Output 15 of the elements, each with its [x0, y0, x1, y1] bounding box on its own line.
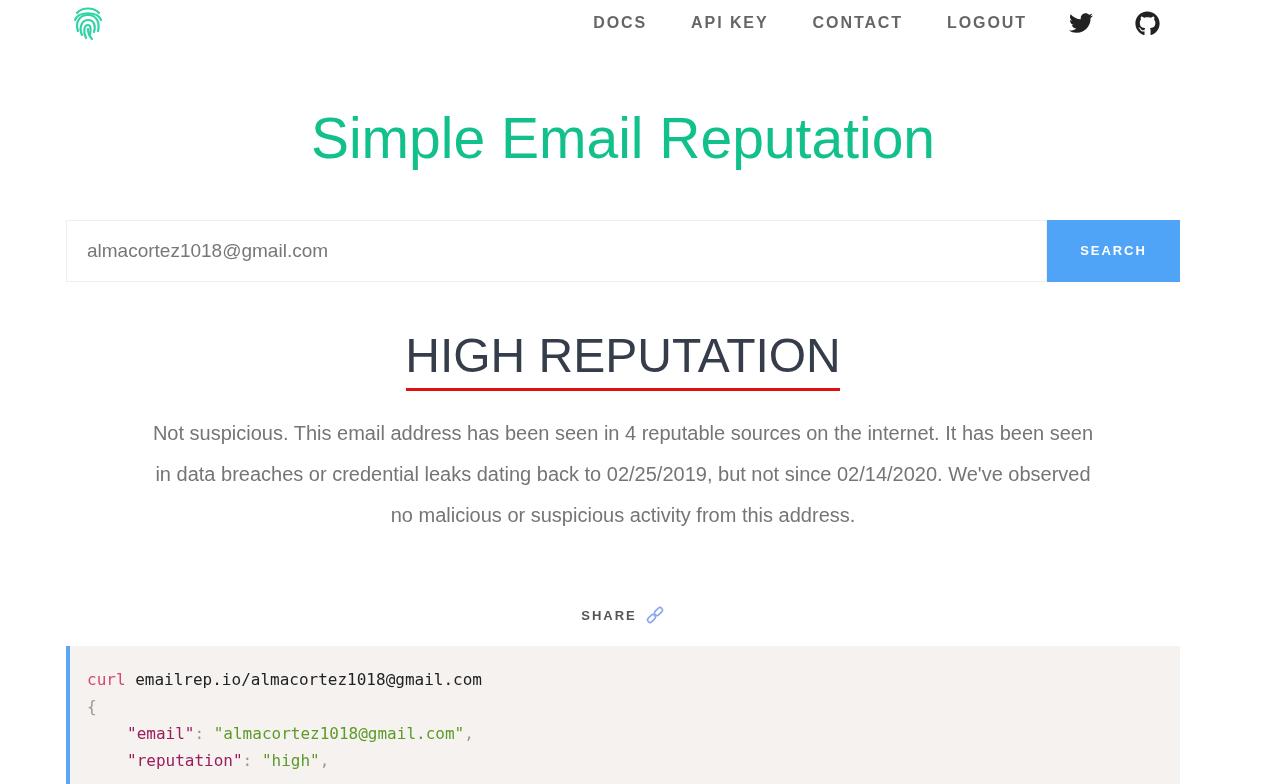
nav-link[interactable]: CONTACT — [812, 11, 904, 35]
share-label[interactable]: SHARE — [581, 606, 637, 626]
nav-link[interactable]: LOGOUT — [947, 11, 1027, 35]
email-input-field[interactable]: almacortez1018@gmail.com — [66, 220, 1047, 282]
twitter-bird-icon[interactable] — [1069, 11, 1093, 35]
reputation-description: Not suspicious. This email address has been seen in 4 reputable sources on the internet. It has been seen in data breaches or credential leaks dating back to 02/25/2019, but not since 02/14/2020. We've observed no malicious or suspicious activity from this address. — [151, 421, 1095, 528]
code-line: { — [87, 696, 98, 718]
reputation-heading: HIGH REPUTATION — [405, 330, 841, 382]
code-line: "reputation": "high", — [126, 750, 331, 772]
github-cat-icon[interactable] — [1135, 10, 1160, 36]
nav-link[interactable]: API KEY — [691, 11, 769, 35]
code-line: curl emailrep.io/almacortez1018@gmail.com — [87, 669, 483, 691]
page-title: Simple Email Reputation — [309, 105, 937, 172]
code-line: "email": "almacortez1018@gmail.com", — [126, 723, 475, 745]
nav-link[interactable]: DOCS — [593, 11, 648, 35]
